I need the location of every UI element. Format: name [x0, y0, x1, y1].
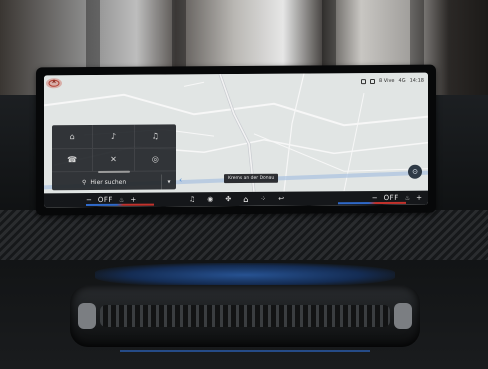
car-icon[interactable]: ⌂: [52, 124, 94, 149]
vent-slats: [100, 305, 390, 327]
navigation-map[interactable]: 8 Vive 4G 14:18 Krems an der Donau ⌂ ♪ ♫…: [44, 72, 428, 194]
phone-dock-icon[interactable]: ◉: [207, 195, 213, 203]
network-indicator: 4G: [398, 77, 406, 84]
vent-knob-right[interactable]: [394, 303, 412, 329]
temp-increase-left-button[interactable]: +: [130, 196, 136, 204]
apps-icon[interactable]: ⁘: [260, 195, 266, 203]
settings-icon[interactable]: ◎: [134, 147, 176, 172]
search-input[interactable]: ⚲ Hier suchen: [52, 175, 161, 191]
temp-left-indicator: [86, 203, 154, 207]
search-icon: ⚲: [82, 179, 87, 187]
mute-icon[interactable]: ✕: [93, 148, 135, 172]
temp-right-value[interactable]: OFF: [384, 194, 399, 202]
home-icon[interactable]: ⌂: [243, 194, 248, 203]
bluetooth-icon: [361, 78, 366, 84]
panel-handle[interactable]: [98, 170, 130, 173]
seat-heat-left-icon[interactable]: ♨: [119, 196, 124, 203]
temp-decrease-right-button[interactable]: −: [372, 194, 378, 202]
phone-icon[interactable]: ☎: [52, 148, 94, 173]
ambient-strip: [120, 350, 370, 352]
air-vent: [70, 285, 420, 347]
vehicle-position-icon: [46, 78, 62, 89]
compass-icon: ⊙: [412, 167, 418, 176]
compass-button[interactable]: ⊙: [408, 164, 422, 179]
infotainment-screen: 8 Vive 4G 14:18 Krems an der Donau ⌂ ♪ ♫…: [44, 72, 428, 208]
signal-icon: [370, 78, 375, 84]
vent-knob-left[interactable]: [78, 303, 96, 329]
microphone-wave-icon[interactable]: ♫: [134, 124, 176, 149]
back-icon[interactable]: ↩: [278, 195, 284, 203]
quick-actions-grid: ⌂ ♪ ♫ ☎ ✕ ◎: [52, 124, 176, 173]
ambient-light: [95, 263, 395, 287]
sound-wave-icon[interactable]: ♪: [93, 124, 135, 149]
fan-icon[interactable]: ✤: [225, 195, 231, 203]
search-row: ⚲ Hier suchen ▾: [52, 174, 176, 190]
search-placeholder: Hier suchen: [90, 178, 127, 187]
chevron-left-icon[interactable]: ‹: [179, 175, 182, 184]
dashboard-trim: [0, 210, 488, 260]
seat-heat-right-icon[interactable]: ♨: [405, 194, 410, 201]
photo-frame: 8 Vive 4G 14:18 Krems an der Donau ⌂ ♪ ♫…: [0, 0, 488, 369]
bottom-bar: − OFF ♨ + ♫ ◉ ✤ ⌂ ⁘ ↩ − OFF ♨ +: [44, 190, 428, 208]
status-bar: 8 Vive 4G 14:18: [361, 75, 424, 87]
quick-panel: ⌂ ♪ ♫ ☎ ✕ ◎ ⚲ Hier suchen ▾: [52, 124, 176, 191]
temp-increase-right-button[interactable]: +: [416, 194, 422, 202]
chevron-down-icon[interactable]: ▾: [161, 174, 176, 190]
dock: ♫ ◉ ✤ ⌂ ⁘ ↩: [189, 192, 284, 207]
media-icon[interactable]: ♫: [189, 195, 195, 203]
clock: 14:18: [409, 77, 424, 84]
location-label[interactable]: Krems an der Donau: [224, 173, 279, 184]
carrier-text: 8 Vive: [379, 77, 395, 85]
temp-decrease-left-button[interactable]: −: [86, 196, 92, 204]
temp-left-value[interactable]: OFF: [98, 196, 113, 204]
